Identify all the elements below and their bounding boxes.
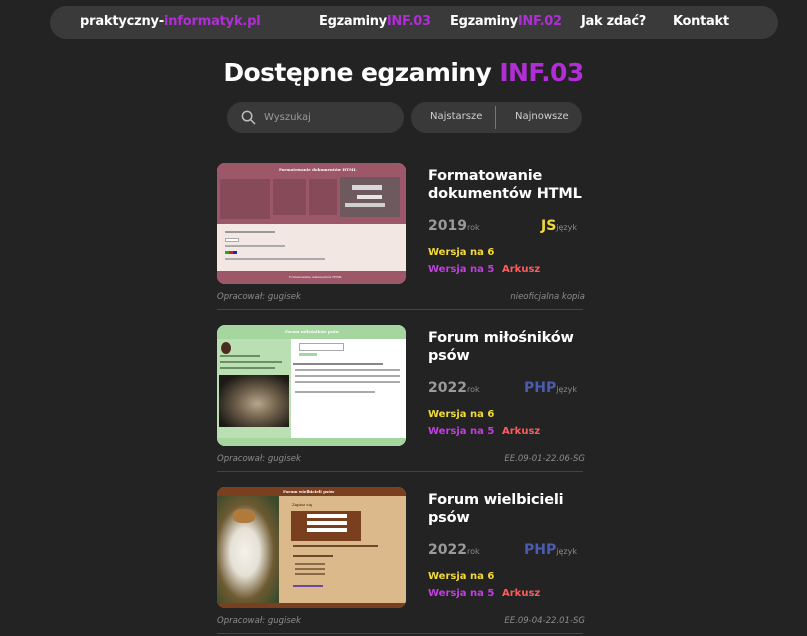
nav-link-accent: INF.02 [517, 14, 562, 29]
search-input[interactable] [264, 109, 394, 126]
exam-thumbnail[interactable]: Forum miłośników psów [217, 325, 406, 446]
brand-main-text: praktyczny- [80, 14, 165, 29]
nav-link-label: Egzaminy [450, 14, 518, 29]
exam-language: PHPjęzyk [524, 542, 577, 558]
thumb-title: Forum miłośników psów [285, 329, 340, 334]
exam-year: 2022rok [428, 380, 480, 396]
exam-code: nieoficjalna kopia [510, 292, 585, 302]
exam-title[interactable]: Formatowanie dokumentów HTML [428, 167, 588, 203]
card-divider [217, 633, 583, 634]
exam-author: Opracował: gugisek [217, 616, 301, 626]
sort-toggle: Najstarsze Najnowsze [411, 102, 582, 133]
version-5-link[interactable]: Wersja na 5 [428, 588, 494, 599]
exam-title[interactable]: Forum wielbicieli psów [428, 491, 588, 527]
nav-link-label: Egzaminy [319, 14, 387, 29]
page-title: Dostępne egzaminy INF.03 [0, 58, 807, 87]
brand-accent-text: informatyk.pl [164, 14, 261, 29]
nav-link-label: Kontakt [673, 14, 729, 29]
version-6-link[interactable]: Wersja na 6 [428, 247, 494, 258]
exam-author: Opracował: gugisek [217, 292, 301, 302]
exam-card: Forum wielbicieli psów Zapisz się Forum … [217, 487, 587, 636]
card-divider [217, 309, 583, 310]
thumb-title: Forum wielbicieli psów [283, 489, 335, 494]
sort-newest-button[interactable]: Najnowsze [515, 111, 569, 122]
thumb-footer: Formatowanie dokumentów HTML [289, 275, 343, 279]
thumb-form-title: Zapisz się [292, 502, 313, 507]
sort-oldest-button[interactable]: Najstarsze [430, 111, 482, 122]
search-box[interactable] [227, 102, 404, 133]
exam-code: EE.09-04-22.01-SG [504, 616, 585, 626]
exam-author: Opracował: gugisek [217, 454, 301, 464]
page-title-main: Dostępne egzaminy [223, 58, 492, 87]
nav-link-egzaminy-inf02[interactable]: EgzaminyINF.02 [450, 14, 562, 29]
nav-link-accent: INF.03 [386, 14, 431, 29]
exam-year: 2019rok [428, 218, 480, 234]
exam-code: EE.09-01-22.06-SG [504, 454, 585, 464]
nav-link-egzaminy-inf03[interactable]: EgzaminyINF.03 [319, 14, 431, 29]
card-divider [217, 471, 583, 472]
sheet-link[interactable]: Arkusz [502, 588, 540, 599]
version-5-link[interactable]: Wersja na 5 [428, 264, 494, 275]
nav-link-kontakt[interactable]: Kontakt [673, 14, 729, 29]
exam-title[interactable]: Forum miłośników psów [428, 329, 588, 365]
exam-thumbnail[interactable]: Formatowanie dokumentów HTML Formatowani… [217, 163, 406, 284]
sort-divider [495, 106, 496, 129]
version-6-link[interactable]: Wersja na 6 [428, 409, 494, 420]
thumb-title: Formatowanie dokumentów HTML [279, 167, 357, 172]
exam-card: Forum miłośników psów Forum miłośników p… [217, 325, 587, 489]
exam-language: JSjęzyk [540, 218, 577, 234]
version-6-link[interactable]: Wersja na 6 [428, 571, 494, 582]
exam-year: 2022rok [428, 542, 480, 558]
nav-link-jak-zdac[interactable]: Jak zdać? [581, 14, 646, 29]
exam-card: Formatowanie dokumentów HTML Formatowani… [217, 163, 587, 327]
exam-language: PHPjęzyk [524, 380, 577, 396]
top-navbar: praktyczny-informatyk.pl EgzaminyINF.03 … [50, 6, 778, 39]
brand-logo-link[interactable]: praktyczny-informatyk.pl [80, 14, 261, 29]
search-icon [241, 110, 256, 125]
sheet-link[interactable]: Arkusz [502, 264, 540, 275]
nav-link-label: Jak zdać? [581, 14, 646, 29]
exam-thumbnail[interactable]: Forum wielbicieli psów Zapisz się [217, 487, 406, 608]
sheet-link[interactable]: Arkusz [502, 426, 540, 437]
version-5-link[interactable]: Wersja na 5 [428, 426, 494, 437]
page-title-accent: INF.03 [499, 58, 584, 87]
